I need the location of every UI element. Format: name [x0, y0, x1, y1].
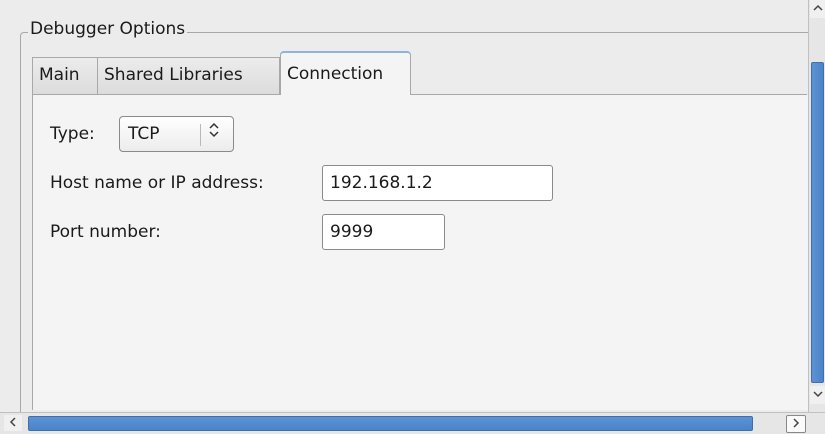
vertical-scroll-thumb[interactable]	[811, 62, 824, 383]
selected-tab-joiner	[281, 94, 410, 96]
updown-chevron-icon	[208, 122, 220, 146]
horizontal-scrollbar[interactable]	[0, 412, 825, 434]
horizontal-scroll-thumb[interactable]	[28, 416, 753, 431]
port-input[interactable]	[322, 214, 445, 250]
group-title: Debugger Options	[28, 18, 188, 40]
tab-connection[interactable]: Connection	[280, 51, 411, 95]
type-select-divider	[200, 124, 201, 146]
type-label: Type:	[50, 124, 95, 144]
arrow-down-icon[interactable]	[810, 386, 825, 404]
tab-shared-libraries[interactable]: Shared Libraries	[98, 57, 280, 94]
arrow-up-icon[interactable]	[810, 0, 825, 18]
port-label: Port number:	[50, 222, 161, 242]
arrow-right-icon[interactable]	[786, 415, 806, 433]
vertical-scrollbar[interactable]	[808, 0, 825, 412]
type-select-value: TCP	[128, 124, 160, 144]
arrow-left-icon[interactable]	[4, 415, 22, 431]
host-label: Host name or IP address:	[50, 173, 264, 193]
tab-main[interactable]: Main	[32, 57, 98, 94]
host-input[interactable]	[322, 165, 553, 201]
type-select[interactable]: TCP	[119, 116, 234, 152]
